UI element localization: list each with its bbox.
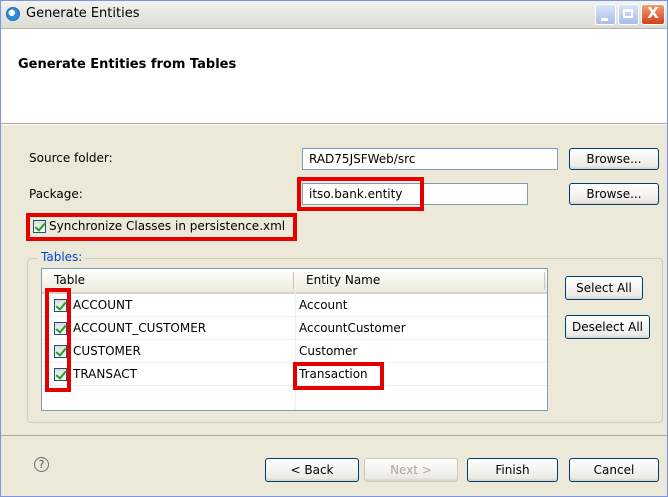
- checkbox-column-highlight: [45, 288, 71, 392]
- cancel-button[interactable]: Cancel: [569, 458, 659, 482]
- column-divider: [293, 272, 294, 289]
- transaction-highlight: [293, 362, 384, 390]
- entity-name-cell[interactable]: Customer: [299, 344, 357, 358]
- entity-name-cell[interactable]: AccountCustomer: [299, 321, 406, 335]
- table-name-cell: TRANSACT: [73, 367, 137, 381]
- table-name-cell: ACCOUNT: [73, 298, 133, 312]
- page-title: Generate Entities from Tables: [18, 57, 237, 72]
- table-name-cell: CUSTOMER: [73, 344, 141, 358]
- tables-group-label: Tables:: [38, 250, 86, 264]
- deselect-all-button[interactable]: Deselect All: [565, 315, 650, 339]
- finish-button[interactable]: Finish: [467, 458, 558, 482]
- entity-name-cell[interactable]: Account: [299, 298, 347, 312]
- close-button[interactable]: X: [641, 4, 665, 25]
- help-icon[interactable]: ?: [34, 457, 49, 472]
- sync-highlight: [26, 213, 297, 241]
- table-row[interactable]: ACCOUNT Account: [42, 294, 547, 317]
- column-header-table[interactable]: Table: [54, 273, 85, 287]
- table-name-cell: ACCOUNT_CUSTOMER: [73, 321, 207, 335]
- eclipse-icon: [6, 7, 20, 21]
- header-banner: Generate Entities from Tables: [1, 29, 667, 124]
- maximize-button[interactable]: [618, 4, 639, 25]
- title-bar[interactable]: Generate Entities X: [1, 1, 667, 29]
- table-row[interactable]: CUSTOMER Customer: [42, 340, 547, 363]
- browse-package-button[interactable]: Browse...: [569, 183, 659, 205]
- column-divider: [544, 272, 545, 289]
- source-folder-field[interactable]: RAD75JSFWeb/src: [302, 148, 558, 170]
- select-all-button[interactable]: Select All: [565, 276, 643, 300]
- minimize-button[interactable]: [595, 4, 616, 25]
- divider: [1, 124, 667, 125]
- browse-source-folder-button[interactable]: Browse...: [569, 148, 659, 170]
- source-folder-label: Source folder:: [29, 151, 113, 165]
- footer-divider: [1, 435, 667, 436]
- next-button[interactable]: Next >: [364, 458, 458, 482]
- table-row[interactable]: ACCOUNT_CUSTOMER AccountCustomer: [42, 317, 547, 340]
- dialog-window: Generate Entities X Generate Entities fr…: [0, 0, 668, 497]
- package-label: Package:: [29, 187, 83, 201]
- close-icon: X: [647, 4, 659, 22]
- column-header-entity-name[interactable]: Entity Name: [306, 273, 380, 287]
- back-button[interactable]: < Back: [265, 458, 359, 482]
- table-header: Table Entity Name: [42, 269, 547, 294]
- package-highlight: [297, 177, 424, 211]
- window-title: Generate Entities: [26, 6, 140, 21]
